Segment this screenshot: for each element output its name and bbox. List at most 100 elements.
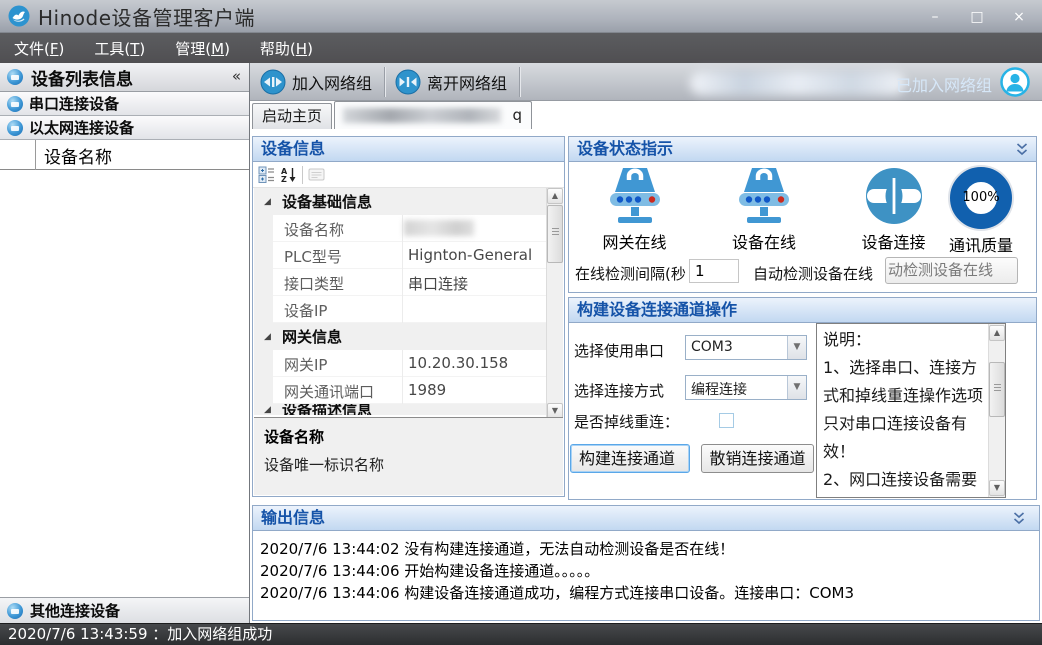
redacted-user-info bbox=[690, 71, 905, 95]
output-panel: 输出信息 2020/7/6 13:44:02 没有构建连接通道，无法自动检测设备… bbox=[252, 505, 1040, 621]
categorized-icon[interactable] bbox=[258, 166, 275, 183]
redacted-tab-title bbox=[343, 108, 501, 123]
sidebar-item-other-devices[interactable]: 其他连接设备 bbox=[0, 597, 249, 623]
column-divider bbox=[35, 140, 36, 170]
toolbar-separator bbox=[302, 166, 303, 184]
collapse-triangle-icon: ◢ bbox=[264, 405, 278, 415]
tab-device-page[interactable]: q bbox=[334, 101, 532, 129]
scroll-down-icon[interactable]: ▼ bbox=[989, 480, 1005, 496]
maximize-button[interactable]: □ bbox=[964, 9, 990, 25]
property-grid-toolbar: A Z bbox=[253, 162, 564, 188]
scroll-up-icon[interactable]: ▲ bbox=[547, 188, 563, 204]
online-check-row: 在线检测间隔(秒 自动检测设备在线 自动检测设备在线 bbox=[569, 257, 1036, 289]
instructions-box: 说明： 1、选择串口、连接方式和掉线重连操作选项只对串口连接设备有效！ 2、网口… bbox=[816, 323, 1006, 498]
title-bar: Hinode设备管理客户端 – □ × bbox=[0, 0, 1042, 33]
connect-method-label: 选择连接方式 bbox=[574, 380, 664, 401]
device-list-sidebar: 设备列表信息 « 串口连接设备 以太网连接设备 设备名称 其他连接设备 bbox=[0, 63, 250, 623]
sidebar-item-serial-devices[interactable]: 串口连接设备 bbox=[0, 92, 249, 116]
property-description-box: 设备名称 设备唯一标识名称 bbox=[254, 417, 563, 495]
interval-label: 在线检测间隔(秒 bbox=[575, 263, 686, 284]
tab-home[interactable]: 启动主页 bbox=[252, 103, 332, 129]
menu-file[interactable]: 文件(F) bbox=[14, 38, 64, 59]
sidebar-item-ethernet-devices[interactable]: 以太网连接设备 bbox=[0, 116, 249, 140]
toolbar-separator bbox=[519, 67, 520, 97]
description-title: 设备名称 bbox=[264, 426, 553, 447]
redacted-device-name bbox=[404, 220, 474, 236]
menu-bar: 文件(F) 工具(T) 管理(M) 帮助(H) bbox=[0, 33, 1042, 63]
property-grid: ◢ 设备基础信息 设备名称 PLC型号 Hignton-General 接口类型… bbox=[254, 188, 546, 416]
category-row[interactable]: ◢ 设备基础信息 bbox=[254, 188, 546, 215]
interval-input[interactable] bbox=[689, 259, 739, 283]
collapse-down-icon[interactable] bbox=[1013, 512, 1025, 525]
property-row-gateway-port[interactable]: 网关通讯端口 1989 bbox=[254, 377, 546, 404]
build-channel-button[interactable]: 构建连接通道 bbox=[570, 444, 690, 473]
property-row-device-ip[interactable]: 设备IP bbox=[254, 296, 546, 323]
output-log: 2020/7/6 13:44:02 没有构建连接通道，无法自动检测设备是否在线！… bbox=[254, 531, 1038, 619]
indicator-device-online: 设备在线 bbox=[709, 167, 819, 253]
device-name-column-header[interactable]: 设备名称 bbox=[0, 140, 249, 170]
property-row-plc-model[interactable]: PLC型号 Hignton-General bbox=[254, 242, 546, 269]
property-row-device-name[interactable]: 设备名称 bbox=[254, 215, 546, 242]
reconnect-label: 是否掉线重连： bbox=[574, 411, 679, 432]
combo-arrow-icon[interactable]: ▼ bbox=[787, 336, 806, 359]
collapse-triangle-icon: ◢ bbox=[264, 332, 278, 342]
menu-tools[interactable]: 工具(T) bbox=[94, 38, 145, 59]
category-row-clipped[interactable]: ◢ 设备描述信息 bbox=[254, 404, 546, 415]
window-controls: – □ × bbox=[922, 0, 1032, 33]
sidebar-header: 设备列表信息 « bbox=[0, 63, 249, 92]
device-info-panel: 设备信息 A Z bbox=[252, 136, 565, 497]
collapse-left-icon[interactable]: « bbox=[232, 67, 241, 85]
menu-help[interactable]: 帮助(H) bbox=[260, 38, 313, 59]
reconnect-checkbox[interactable] bbox=[719, 413, 734, 428]
status-bar: 2020/7/6 13:43:59 ：加入网络组成功 bbox=[0, 623, 1042, 645]
category-row[interactable]: ◢ 网关信息 bbox=[254, 323, 546, 350]
property-grid-scrollbar[interactable]: ▲ ▼ bbox=[546, 188, 563, 419]
minimize-button[interactable]: – bbox=[922, 9, 948, 25]
menu-manage[interactable]: 管理(M) bbox=[175, 38, 230, 59]
instructions-scrollbar[interactable]: ▲ ▼ bbox=[988, 324, 1005, 497]
close-button[interactable]: × bbox=[1006, 9, 1032, 25]
property-row-interface-type[interactable]: 接口类型 串口连接 bbox=[254, 269, 546, 296]
sort-az-icon[interactable]: A Z bbox=[280, 166, 297, 183]
property-pages-icon bbox=[308, 167, 326, 182]
instructions-text: 说明： 1、选择串口、连接方式和掉线重连操作选项只对串口连接设备有效！ 2、网口… bbox=[823, 326, 985, 495]
quality-value: 100% bbox=[962, 190, 999, 205]
property-row-gateway-ip[interactable]: 网关IP 10.20.30.158 bbox=[254, 350, 546, 377]
scrollbar-thumb[interactable] bbox=[547, 205, 563, 263]
reconnect-row: 是否掉线重连： bbox=[569, 411, 809, 431]
tab-title-suffix: q bbox=[512, 106, 522, 124]
connect-method-select[interactable]: 编程连接 ▼ bbox=[685, 375, 807, 400]
combo-arrow-icon[interactable]: ▼ bbox=[787, 376, 806, 399]
serial-port-label: 选择使用串口 bbox=[574, 340, 664, 361]
join-network-label: 加入网络组 bbox=[292, 70, 372, 94]
device-status-header: 设备状态指示 bbox=[569, 137, 1036, 162]
log-line: 2020/7/6 13:44:02 没有构建连接通道，无法自动检测设备是否在线！ bbox=[260, 538, 1032, 560]
log-line: 2020/7/6 13:44:06 构建设备连接通道成功，编程方式连接串口设备。… bbox=[260, 582, 1032, 604]
channel-panel-header: 构建设备连接通道操作 bbox=[569, 298, 1036, 323]
description-text: 设备唯一标识名称 bbox=[264, 454, 553, 475]
device-info-header: 设备信息 bbox=[253, 137, 564, 162]
user-icon[interactable] bbox=[1000, 67, 1030, 97]
indicator-gateway-online: 网关在线 bbox=[577, 167, 692, 253]
device-status-panel: 设备状态指示 网关在线 bbox=[568, 136, 1037, 293]
collapse-down-icon[interactable] bbox=[1016, 143, 1028, 156]
app-icon bbox=[8, 5, 30, 27]
quality-donut: 100% bbox=[950, 167, 1012, 229]
main-content: 设备信息 A Z bbox=[250, 129, 1042, 623]
serial-device-icon bbox=[7, 96, 23, 112]
indicator-comm-quality: 100% 通讯质量 bbox=[931, 167, 1031, 256]
output-header: 输出信息 bbox=[253, 506, 1039, 531]
leave-network-button[interactable]: 离开网络组 bbox=[385, 66, 519, 98]
destroy-channel-button[interactable]: 散销连接通道 bbox=[701, 444, 814, 473]
serial-port-select[interactable]: COM3 ▼ bbox=[685, 335, 807, 360]
auto-detect-button[interactable]: 自动检测设备在线 bbox=[885, 257, 1018, 284]
device-list-icon bbox=[7, 69, 23, 85]
channel-buttons-row: 构建连接通道 散销连接通道 bbox=[569, 444, 819, 474]
device-connect-icon bbox=[864, 167, 924, 226]
scrollbar-thumb[interactable] bbox=[989, 362, 1005, 417]
network-toolbar: 加入网络组 离开网络组 已加入网络组 bbox=[250, 63, 1042, 101]
join-network-button[interactable]: 加入网络组 bbox=[250, 66, 384, 98]
scroll-up-icon[interactable]: ▲ bbox=[989, 325, 1005, 341]
log-line: 2020/7/6 13:44:06 开始构建设备连接通道。。。。。 bbox=[260, 560, 1032, 582]
window-title: Hinode设备管理客户端 bbox=[38, 2, 255, 31]
